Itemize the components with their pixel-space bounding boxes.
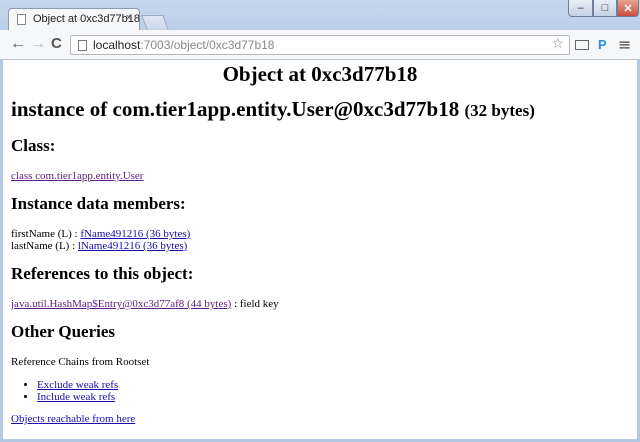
chain-options-list: Exclude weak refs Include weak refs [11,379,629,403]
url-path: :7003/object/0xc3d77b18 [140,38,275,52]
list-item: Exclude weak refs [37,379,629,391]
list-item: Include weak refs [37,391,629,403]
browser-window: Object at 0xc3d77b18 × – □ ✕ ← → C local… [0,0,640,442]
reference-link[interactable]: java.util.HashMap$Entry@0xc3d77af8 (44 b… [11,298,231,310]
member-link-lastname[interactable]: lName491216 (36 bytes) [78,240,187,252]
member-label: lastName (L) : [11,240,78,252]
url-text: localhost:7003/object/0xc3d77b18 [93,38,274,52]
tab-close-icon[interactable]: × [126,12,132,24]
menu-icon[interactable]: ≡ [618,37,631,53]
exclude-weak-refs-link[interactable]: Exclude weak refs [37,379,118,391]
tab-strip: Object at 0xc3d77b18 × – □ ✕ [0,0,640,30]
member-row: lastName (L) : lName491216 (36 bytes) [11,240,629,252]
include-weak-refs-link[interactable]: Include weak refs [37,391,115,403]
page-title: Object at 0xc3d77b18 [222,62,418,86]
reload-icon[interactable]: C [51,36,62,52]
reference-suffix: : field key [231,298,279,310]
minimize-button[interactable]: – [568,0,593,17]
url-host: localhost [93,38,141,52]
members-heading: Instance data members: [11,194,186,213]
member-link-firstname[interactable]: fName491216 (36 bytes) [80,228,190,240]
browser-toolbar: ← → C localhost:7003/object/0xc3d77b18 ☆… [0,30,640,60]
close-button[interactable]: ✕ [617,0,639,17]
instance-name: instance of com.tier1app.entity.User@0xc… [11,97,460,121]
queries-heading: Other Queries [11,322,116,341]
address-bar[interactable]: localhost:7003/object/0xc3d77b18 ☆ [70,35,570,55]
new-tab-button[interactable] [141,15,169,30]
references-heading: References to this object: [11,264,194,283]
bookmark-star-icon[interactable]: ☆ [551,36,564,52]
back-icon[interactable]: ← [10,36,26,52]
instance-heading: instance of com.tier1app.entity.User@0xc… [11,97,629,122]
member-label: firstName (L) : [11,228,81,240]
instance-size: (32 bytes) [464,101,535,120]
cast-icon[interactable] [575,40,589,50]
member-row: firstName (L) : fName491216 (36 bytes) [11,228,629,240]
page-icon [17,14,26,25]
tab-title: Object at 0xc3d77b18 [33,13,141,25]
class-link[interactable]: class com.tier1app.entity.User [11,170,143,182]
forward-icon[interactable]: → [30,36,46,52]
window-controls: – □ ✕ [568,0,639,18]
maximize-button[interactable]: □ [593,0,617,17]
chains-text: Reference Chains from Rootset [11,356,150,368]
page-content: Object at 0xc3d77b18 instance of com.tie… [3,60,637,439]
extension-p-icon[interactable]: P [598,37,607,53]
page-info-icon[interactable] [78,40,87,51]
tab-active[interactable]: Object at 0xc3d77b18 × [8,8,140,30]
class-heading: Class: [11,136,56,155]
reachable-link[interactable]: Objects reachable from here [11,413,135,425]
